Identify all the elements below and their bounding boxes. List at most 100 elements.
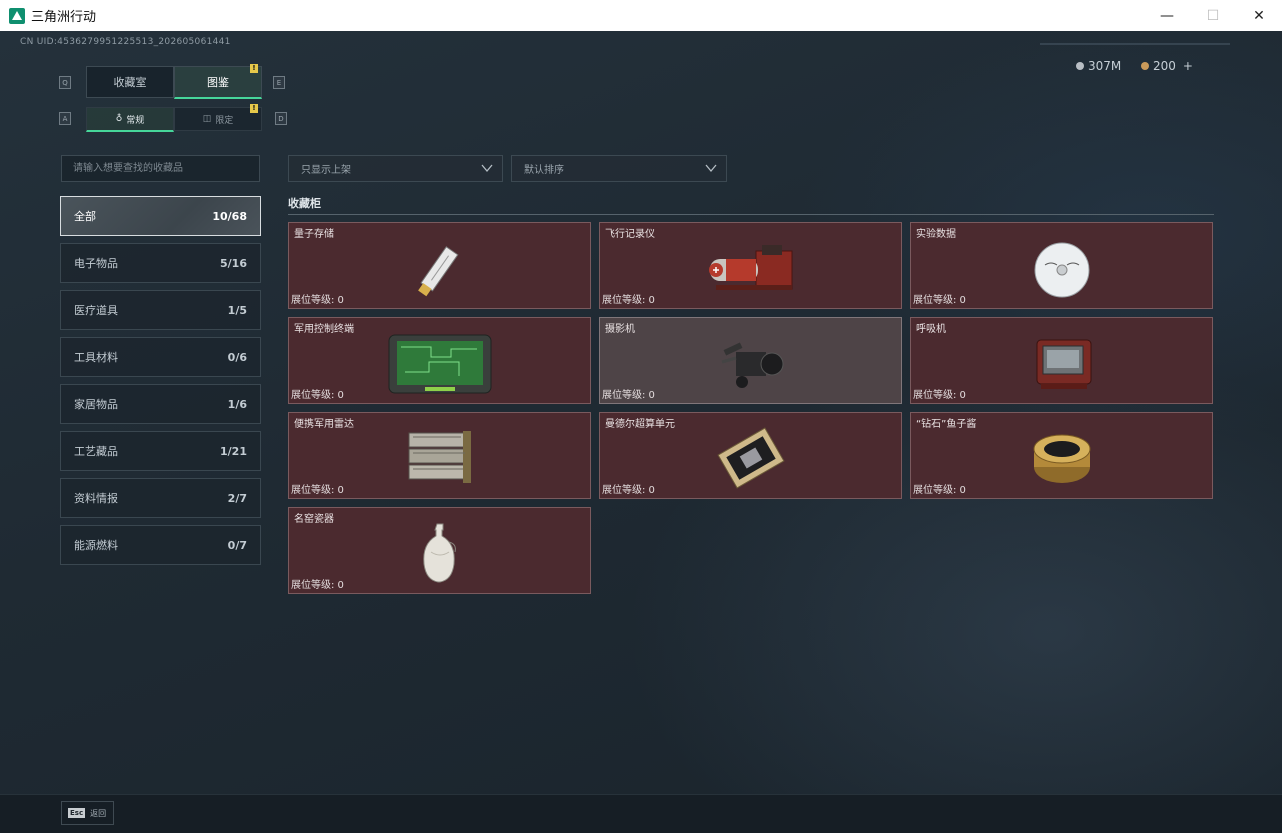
tablet-terminal-icon bbox=[388, 334, 491, 394]
close-button[interactable]: ✕ bbox=[1236, 0, 1282, 31]
item-name: 呼吸机 bbox=[916, 324, 946, 335]
category-list: 全部 10/68 电子物品 5/16 医疗道具 1/5 工具材料 0/6 家居物… bbox=[60, 196, 261, 572]
tab-notification-badge: ! bbox=[250, 64, 258, 73]
item-name: 便携军用雷达 bbox=[294, 419, 354, 430]
tab-catalog[interactable]: 图鉴 bbox=[174, 66, 262, 99]
search-box[interactable] bbox=[61, 155, 260, 182]
currency-silver: 307M bbox=[1076, 59, 1121, 73]
subtab-limited-label: 限定 bbox=[215, 115, 234, 126]
tab-collection-room[interactable]: 收藏室 bbox=[86, 66, 174, 98]
category-label: 家居物品 bbox=[74, 398, 118, 411]
silver-coin-icon bbox=[1076, 62, 1084, 70]
category-label: 资料情报 bbox=[74, 492, 118, 505]
item-card[interactable]: 量子存储 展位等级: 0 bbox=[288, 222, 591, 309]
flight-recorder-icon bbox=[708, 245, 792, 290]
item-level: 展位等级: 0 bbox=[913, 295, 966, 306]
ventilator-icon bbox=[1036, 339, 1091, 389]
item-level: 展位等级: 0 bbox=[291, 485, 344, 496]
category-count: 1/5 bbox=[227, 303, 247, 317]
gpu-card-icon bbox=[716, 427, 785, 489]
category-medical[interactable]: 医疗道具 1/5 bbox=[60, 290, 261, 330]
radar-icon bbox=[408, 431, 471, 483]
disc-icon bbox=[1034, 242, 1089, 298]
category-label: 工艺藏品 bbox=[74, 445, 118, 458]
category-label: 电子物品 bbox=[74, 257, 118, 270]
item-name: 摄影机 bbox=[605, 324, 635, 335]
regular-icon: ♁ bbox=[115, 114, 123, 124]
sort-dropdown[interactable]: 默认排序 bbox=[511, 155, 727, 182]
chevron-down-icon bbox=[705, 164, 717, 173]
item-card[interactable]: 便携军用雷达 展位等级: 0 bbox=[288, 412, 591, 499]
tab-catalog-label: 图鉴 bbox=[207, 76, 229, 89]
subtab-limited[interactable]: ◫ 限定 bbox=[174, 107, 262, 131]
maximize-button[interactable]: ☐ bbox=[1190, 0, 1236, 31]
category-electronics[interactable]: 电子物品 5/16 bbox=[60, 243, 261, 283]
category-count: 1/21 bbox=[220, 444, 247, 458]
currency-gold[interactable]: 200 + bbox=[1141, 59, 1193, 73]
sort-value: 默认排序 bbox=[524, 165, 564, 176]
item-level: 展位等级: 0 bbox=[602, 295, 655, 306]
add-currency-button[interactable]: + bbox=[1183, 59, 1193, 73]
key-hint-e: E bbox=[273, 76, 285, 89]
category-count: 0/6 bbox=[227, 350, 247, 364]
category-all[interactable]: 全部 10/68 bbox=[60, 196, 261, 236]
category-label: 全部 bbox=[74, 210, 96, 223]
esc-key-hint: Esc bbox=[68, 808, 86, 818]
item-name: 飞行记录仪 bbox=[605, 229, 655, 240]
subtab-regular[interactable]: ♁ 常规 bbox=[86, 107, 174, 132]
key-hint-a: A bbox=[59, 112, 71, 125]
back-label: 返回 bbox=[90, 808, 107, 818]
section-divider bbox=[288, 214, 1214, 215]
sub-tabs: ♁ 常规 ◫ 限定 bbox=[86, 107, 262, 132]
category-household[interactable]: 家居物品 1/6 bbox=[60, 384, 261, 424]
item-card[interactable]: 摄影机 展位等级: 0 bbox=[599, 317, 902, 404]
back-button[interactable]: Esc 返回 bbox=[61, 801, 114, 825]
category-count: 2/7 bbox=[227, 491, 247, 505]
currency-silver-value: 307M bbox=[1088, 59, 1122, 73]
item-card[interactable]: 实验数据 展位等级: 0 bbox=[910, 222, 1213, 309]
category-tools[interactable]: 工具材料 0/6 bbox=[60, 337, 261, 377]
subtab-notification-badge: ! bbox=[250, 104, 258, 113]
item-level: 展位等级: 0 bbox=[602, 485, 655, 496]
item-name: 量子存储 bbox=[294, 229, 334, 240]
category-count: 0/7 bbox=[227, 538, 247, 552]
item-name: 实验数据 bbox=[916, 229, 956, 240]
category-energy[interactable]: 能源燃料 0/7 bbox=[60, 525, 261, 565]
item-card[interactable]: 呼吸机 展位等级: 0 bbox=[910, 317, 1213, 404]
item-name: 军用控制终端 bbox=[294, 324, 354, 335]
window-titlebar: 三角洲行动 — ☐ ✕ bbox=[0, 0, 1282, 32]
shelf-filter-dropdown[interactable]: 只显示上架 bbox=[288, 155, 503, 182]
top-divider bbox=[1040, 43, 1230, 45]
category-intel[interactable]: 资料情报 2/7 bbox=[60, 478, 261, 518]
section-title: 收藏柜 bbox=[288, 197, 321, 210]
item-level: 展位等级: 0 bbox=[913, 485, 966, 496]
window-title: 三角洲行动 bbox=[31, 10, 97, 25]
item-card[interactable]: 曼德尔超算单元 展位等级: 0 bbox=[599, 412, 902, 499]
item-card[interactable]: “钻石”鱼子酱 展位等级: 0 bbox=[910, 412, 1213, 499]
key-hint-q: Q bbox=[59, 76, 71, 89]
usb-drive-icon bbox=[417, 246, 458, 297]
shelf-filter-value: 只显示上架 bbox=[301, 165, 351, 176]
key-hint-d: D bbox=[275, 112, 287, 125]
minimize-button[interactable]: — bbox=[1144, 0, 1190, 31]
app-logo-icon bbox=[9, 7, 25, 24]
item-name: 曼德尔超算单元 bbox=[605, 419, 675, 430]
category-count: 5/16 bbox=[220, 256, 247, 270]
category-label: 工具材料 bbox=[74, 351, 118, 364]
category-label: 医疗道具 bbox=[74, 304, 118, 317]
item-card[interactable]: 名窑瓷器 展位等级: 0 bbox=[288, 507, 591, 594]
main-area: CN UID:4536279951225513_202605061441 307… bbox=[0, 31, 1282, 794]
item-level: 展位等级: 0 bbox=[913, 390, 966, 401]
category-crafts[interactable]: 工艺藏品 1/21 bbox=[60, 431, 261, 471]
item-card[interactable]: 飞行记录仪 展位等级: 0 bbox=[599, 222, 902, 309]
category-label: 能源燃料 bbox=[74, 539, 118, 552]
search-input[interactable] bbox=[71, 162, 255, 175]
bottom-bar: Esc 返回 bbox=[0, 794, 1282, 833]
chevron-down-icon bbox=[481, 164, 493, 173]
item-level: 展位等级: 0 bbox=[602, 390, 655, 401]
gold-coin-icon bbox=[1141, 62, 1149, 70]
item-card[interactable]: 军用控制终端 展位等级: 0 bbox=[288, 317, 591, 404]
porcelain-vase-icon bbox=[422, 523, 456, 583]
item-level: 展位等级: 0 bbox=[291, 580, 344, 591]
item-name: 名窑瓷器 bbox=[294, 514, 334, 525]
